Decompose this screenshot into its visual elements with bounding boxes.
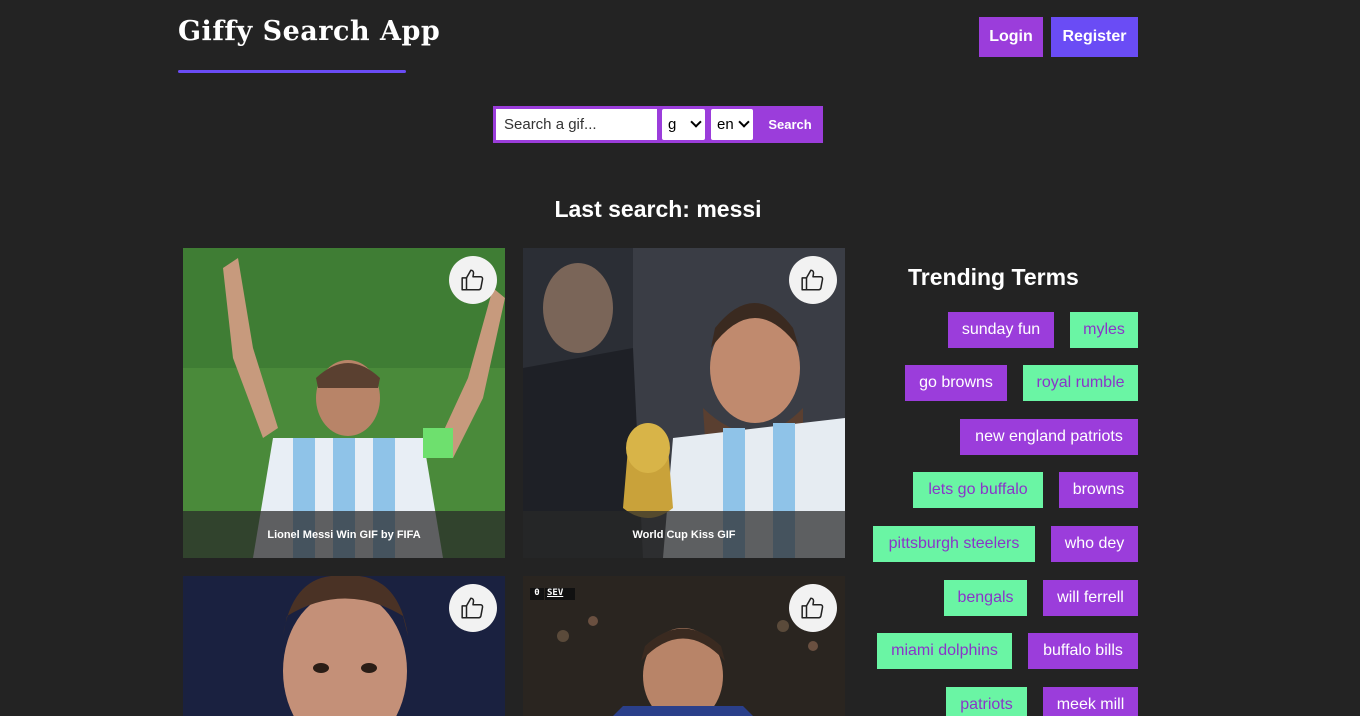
score-overlay: 0 SEV [530, 588, 576, 600]
gif-card[interactable]: Lionel Messi Win GIF by FIFA [183, 248, 505, 558]
like-button[interactable] [789, 584, 837, 632]
like-button[interactable] [789, 256, 837, 304]
trending-tag[interactable]: new england patriots [960, 419, 1138, 455]
score-team: SEV [547, 588, 564, 598]
trending-tag[interactable]: pittsburgh steelers [873, 526, 1035, 562]
search-input[interactable] [496, 109, 657, 140]
thumbs-up-icon [461, 597, 484, 619]
trending-title: Trending Terms [908, 264, 1079, 290]
trending-tag[interactable]: browns [1059, 472, 1138, 508]
gif-card[interactable]: 0 SEV [523, 576, 845, 716]
trending-tag[interactable]: lets go buffalo [913, 472, 1043, 508]
register-button[interactable]: Register [1051, 17, 1138, 57]
thumbs-up-icon [801, 597, 824, 619]
last-search-heading: Last search: messi [554, 196, 762, 222]
gif-caption: Lionel Messi Win GIF by FIFA [183, 511, 505, 558]
trending-tag[interactable]: royal rumble [1023, 365, 1138, 401]
app-logo[interactable]: Giffy Search App [178, 16, 440, 47]
search-button[interactable]: Search [757, 106, 823, 143]
gif-card[interactable]: World Cup Kiss GIF [523, 248, 845, 558]
login-button[interactable]: Login [979, 17, 1043, 57]
thumbs-up-icon [801, 269, 824, 291]
trending-tag[interactable]: buffalo bills [1028, 633, 1138, 669]
trending-tag[interactable]: meek mill [1043, 687, 1138, 716]
trending-tag[interactable]: patriots [946, 687, 1027, 716]
gif-card[interactable] [183, 576, 505, 716]
language-select[interactable]: en [711, 109, 753, 140]
trending-tag[interactable]: who dey [1051, 526, 1138, 562]
chevron-down-icon [690, 116, 702, 128]
language-select-value: en [717, 116, 734, 133]
rating-select[interactable]: g [662, 109, 705, 140]
like-button[interactable] [449, 584, 497, 632]
trending-tag[interactable]: go browns [905, 365, 1007, 401]
trending-tag[interactable]: sunday fun [948, 312, 1054, 348]
score-home: 0 [534, 588, 540, 598]
logo-underline [178, 70, 406, 73]
thumbs-up-icon [461, 269, 484, 291]
trending-tag[interactable]: miami dolphins [877, 633, 1012, 669]
trending-tag[interactable]: myles [1070, 312, 1138, 348]
search-form: g en Search [493, 106, 823, 143]
trending-tag[interactable]: bengals [944, 580, 1027, 616]
chevron-down-icon [738, 116, 750, 128]
rating-select-value: g [668, 116, 677, 133]
like-button[interactable] [449, 256, 497, 304]
gif-caption: World Cup Kiss GIF [523, 511, 845, 558]
trending-tag[interactable]: will ferrell [1043, 580, 1138, 616]
